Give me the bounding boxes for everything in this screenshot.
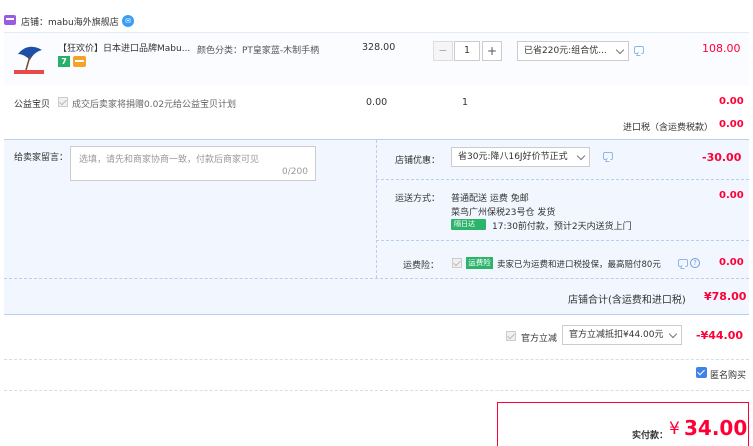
- shop-icon: [4, 15, 16, 25]
- shipping-warehouse: 菜鸟广州保税23号仓 发货: [451, 208, 556, 218]
- message-label: 给卖家留言：: [14, 153, 69, 163]
- divider: [376, 240, 749, 241]
- import-tax-label: 进口税（含运费税款）: [623, 123, 714, 133]
- shipping-label: 运送方式：: [395, 194, 441, 204]
- divider: [4, 359, 749, 360]
- payment-currency: ¥: [669, 419, 680, 439]
- chevron-down-icon: [615, 45, 625, 55]
- item-total: 108.00: [702, 42, 741, 55]
- shop-total-label: 店铺合计(含运费和进口税): [568, 295, 686, 306]
- import-tax-value: 0.00: [719, 119, 744, 130]
- message-char-count: 0/200: [282, 167, 308, 177]
- chat-seller-icon[interactable]: ✉: [122, 15, 134, 27]
- insurance-text: 卖家已为运费和进口税投保，最高赔付80元: [497, 260, 661, 270]
- next-day-badge: 隔日达: [451, 219, 486, 230]
- shipping-value: 0.00: [719, 190, 744, 201]
- divider: [376, 140, 377, 278]
- insurance-checkbox: [452, 258, 462, 268]
- shop-total-value: ¥78.00: [704, 290, 747, 303]
- charity-total: 0.00: [719, 96, 744, 107]
- official-discount-select-value: 官方立减抵扣¥44.00元: [569, 330, 664, 340]
- official-discount-label: 官方立减: [521, 334, 558, 344]
- chevron-down-icon: [668, 329, 678, 339]
- charity-label: 公益宝贝: [14, 100, 51, 110]
- divider: [376, 179, 749, 180]
- product-thumbnail[interactable]: [12, 40, 48, 76]
- anonymous-checkbox[interactable]: [696, 367, 707, 378]
- insurance-badge: 运费险: [466, 257, 493, 269]
- official-discount-checkbox: [506, 331, 516, 341]
- coupon-value: -30.00: [702, 151, 742, 164]
- shipping-method: 普通配送 运费 免邮: [451, 194, 529, 204]
- help-icon[interactable]: ?: [690, 258, 700, 268]
- quantity-input[interactable]: 1: [454, 41, 480, 61]
- coupon-select[interactable]: 省30元:降八16J好价节正式: [451, 147, 590, 167]
- charity-checkbox: [58, 97, 68, 107]
- promotion-select-value: 已省220元:组合优...: [524, 46, 607, 56]
- comment-icon[interactable]: [634, 46, 644, 54]
- coupon-select-value: 省30元:降八16J好价节正式: [458, 152, 568, 162]
- quantity-increase-button[interactable]: +: [482, 41, 502, 61]
- divider: [4, 278, 749, 279]
- product-title[interactable]: 【狂欢价】日本进口品牌Mabu...: [58, 41, 190, 54]
- chevron-down-icon: [576, 151, 586, 161]
- comment-icon[interactable]: [678, 259, 688, 267]
- quantity-decrease-button[interactable]: −: [433, 41, 453, 61]
- anonymous-label[interactable]: 匿名购买: [710, 368, 746, 381]
- coupon-label: 店铺优惠：: [395, 156, 441, 166]
- shop-name[interactable]: 店铺：mabu海外旗舰店: [21, 15, 119, 28]
- sku-info: 颜色分类：PT皇家蓝-木制手柄: [197, 46, 320, 56]
- delivery-estimate: 17:30前付款，预计2天内送货上门: [492, 222, 632, 232]
- message-input[interactable]: 选填，请先和商家协商一致，付款后商家可见: [70, 146, 316, 181]
- seven-day-return-icon: 7: [58, 56, 70, 67]
- charity-qty: 1: [462, 97, 469, 108]
- official-discount-select[interactable]: 官方立减抵扣¥44.00元: [562, 325, 682, 345]
- insurance-label: 运费险：: [403, 261, 440, 271]
- promotion-select[interactable]: 已省220元:组合优...: [517, 41, 629, 61]
- message-placeholder: 选填，请先和商家协商一致，付款后商家可见: [79, 155, 260, 165]
- comment-icon[interactable]: [603, 152, 613, 160]
- charity-price: 0.00: [366, 97, 388, 108]
- divider: [4, 390, 749, 391]
- charity-text: 成交后卖家将捐赠0.02元给公益宝贝计划: [72, 100, 237, 110]
- official-discount-value: -¥44.00: [696, 329, 744, 342]
- unit-price: 328.00: [362, 42, 396, 53]
- insurance-value: 0.00: [719, 257, 744, 268]
- payment-label: 实付款：: [632, 431, 669, 441]
- credit-card-icon: [73, 56, 86, 67]
- payment-amount: 34.00: [684, 416, 748, 440]
